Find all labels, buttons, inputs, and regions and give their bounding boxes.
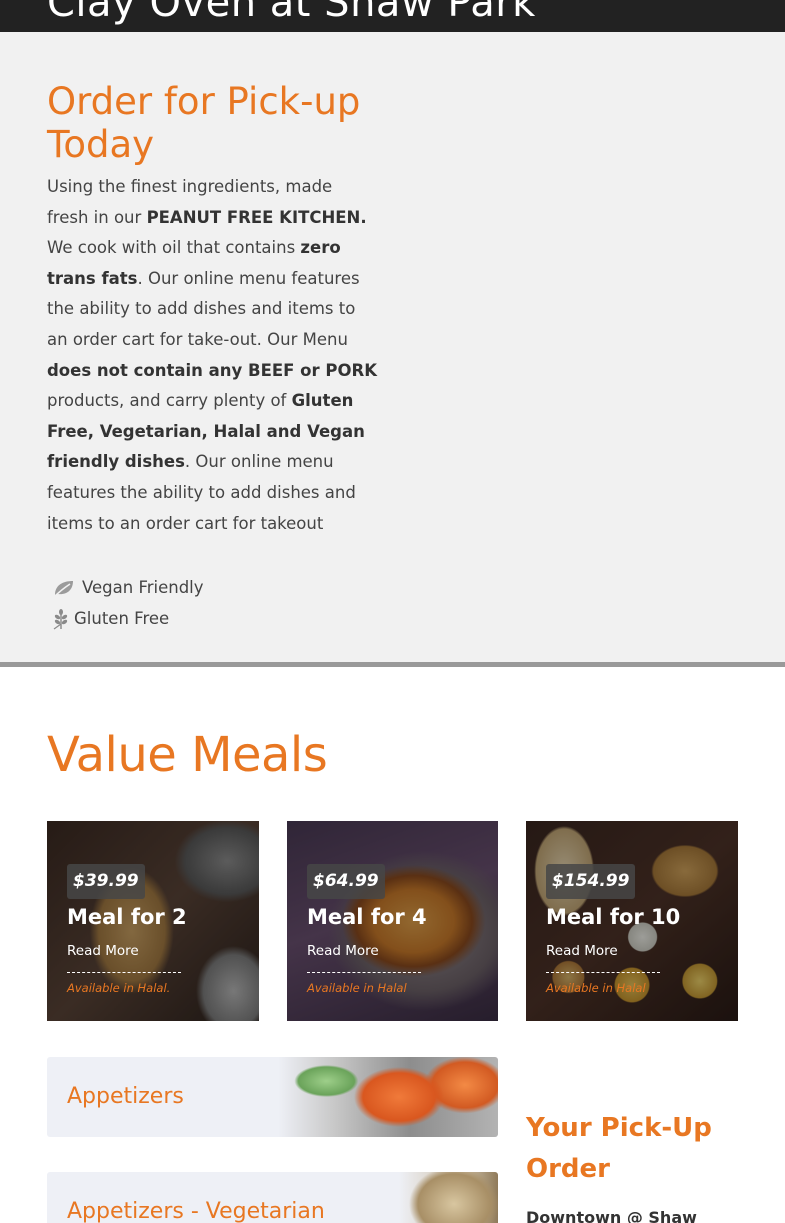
value-meals-title: Value Meals xyxy=(47,727,328,783)
price-badge: $154.99 xyxy=(546,864,636,899)
meal-name[interactable]: Meal for 4 xyxy=(307,905,427,929)
wheat-icon xyxy=(52,608,70,630)
pickup-order-title: Your Pick-Up Order xyxy=(526,1113,712,1184)
intro-text-part: products, and carry plenty of xyxy=(47,391,292,411)
read-more-link[interactable]: Read More xyxy=(546,943,618,959)
section-divider xyxy=(0,662,785,667)
diet-legend: Vegan Friendly Gluten Free xyxy=(52,572,204,634)
pickup-location[interactable]: Downtown @ Shaw xyxy=(526,1208,697,1223)
card-divider xyxy=(67,972,181,973)
meal-card[interactable]: $39.99 Meal for 2 Read More Available in… xyxy=(47,821,259,1021)
legend-gluten-free: Gluten Free xyxy=(52,603,204,634)
intro-section: Order for Pick-up Today Using the finest… xyxy=(0,32,785,662)
card-divider xyxy=(307,972,421,973)
legend-vegan-label: Vegan Friendly xyxy=(82,578,204,597)
category-label[interactable]: Appetizers - Vegetarian xyxy=(67,1172,325,1223)
category-image-tandoori xyxy=(278,1057,498,1137)
read-more-link[interactable]: Read More xyxy=(67,943,139,959)
leaf-icon xyxy=(52,577,76,599)
category-label[interactable]: Appetizers xyxy=(67,1057,184,1137)
card-divider xyxy=(546,972,660,973)
availability-note: Available in Halal xyxy=(307,981,407,995)
intro-text-emphasis: PEANUT FREE KITCHEN. xyxy=(146,207,367,227)
availability-note: Available in Halal xyxy=(546,981,646,995)
availability-note: Available in Halal. xyxy=(67,981,171,995)
legend-gluten-free-label: Gluten Free xyxy=(74,609,170,628)
read-more-link[interactable]: Read More xyxy=(307,943,379,959)
price-badge: $39.99 xyxy=(67,864,145,899)
intro-text: Using the finest ingredients, made fresh… xyxy=(47,172,377,539)
meal-name[interactable]: Meal for 2 xyxy=(67,905,187,929)
meal-card[interactable]: $64.99 Meal for 4 Read More Available in… xyxy=(287,821,498,1021)
intro-title: Order for Pick-up Today xyxy=(47,80,361,166)
price-badge: $64.99 xyxy=(307,864,385,899)
intro-text-part: We cook with oil that contains xyxy=(47,238,301,258)
category-banner-appetizers-vegetarian[interactable]: Appetizers - Vegetarian xyxy=(47,1172,498,1223)
site-header: Clay Oven at Shaw Park xyxy=(0,0,785,32)
intro-text-emphasis: does not contain any BEEF or PORK xyxy=(47,360,377,380)
category-banner-appetizers[interactable]: Appetizers xyxy=(47,1057,498,1137)
legend-vegan: Vegan Friendly xyxy=(52,572,204,603)
meal-card[interactable]: $154.99 Meal for 10 Read More Available … xyxy=(526,821,738,1021)
site-title[interactable]: Clay Oven at Shaw Park xyxy=(47,0,536,26)
meal-name[interactable]: Meal for 10 xyxy=(546,905,680,929)
